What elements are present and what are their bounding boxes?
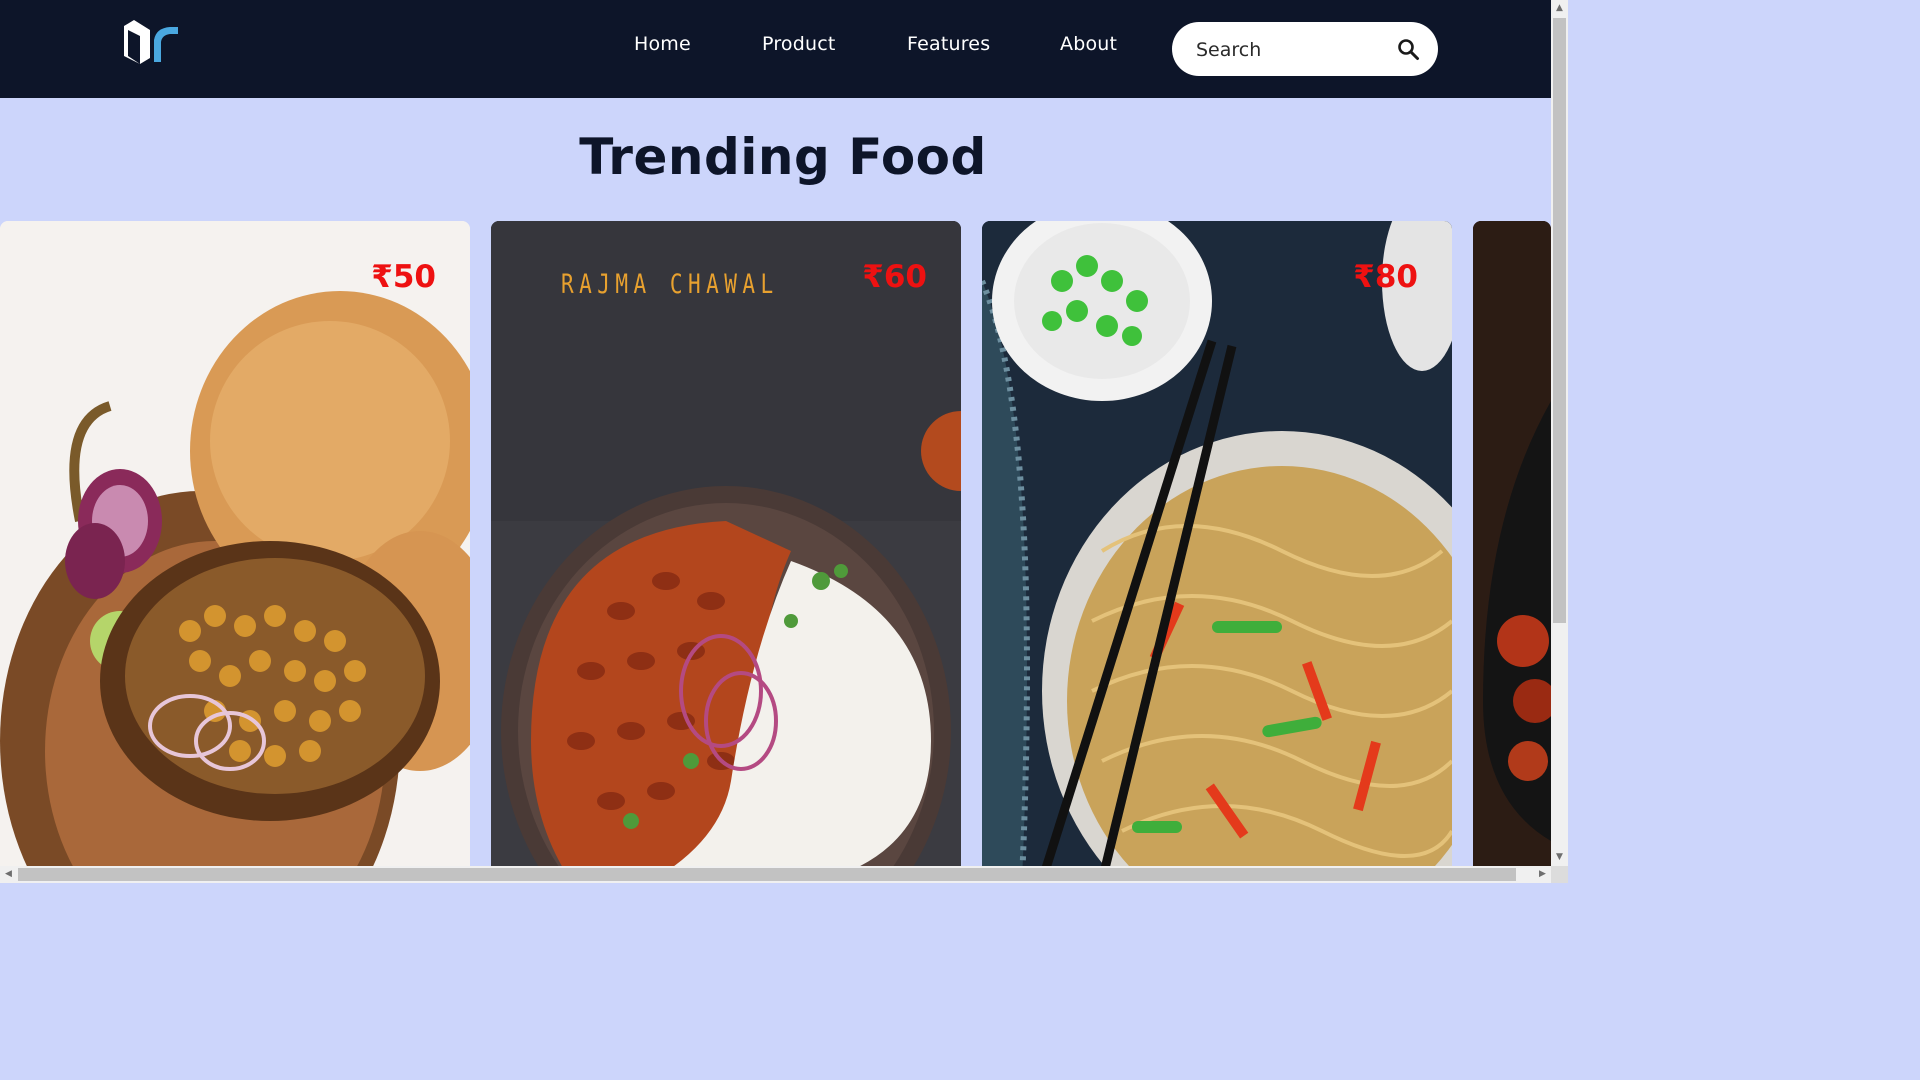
- scroll-down-arrow-icon[interactable]: ▼: [1551, 849, 1568, 866]
- nav-link-about[interactable]: About: [1060, 31, 1117, 57]
- scrollbar-corner: [1551, 866, 1568, 883]
- food-card[interactable]: ₹80: [982, 221, 1452, 881]
- scroll-right-arrow-icon[interactable]: ▶: [1534, 866, 1551, 883]
- food-card[interactable]: RAJMA CHAWAL ₹60: [491, 221, 961, 881]
- search-box: [1172, 22, 1438, 76]
- horizontal-scroll-thumb[interactable]: [18, 868, 1516, 881]
- navbar: Home Product Features About: [0, 0, 1551, 98]
- food-card[interactable]: [1473, 221, 1551, 881]
- vertical-scrollbar[interactable]: ▲ ▼: [1551, 0, 1568, 866]
- food-image: [491, 221, 961, 881]
- food-image: [982, 221, 1452, 881]
- scroll-up-arrow-icon[interactable]: ▲: [1551, 0, 1568, 17]
- nav-link-home[interactable]: Home: [634, 31, 691, 57]
- dish-caption: RAJMA CHAWAL: [561, 269, 779, 300]
- scroll-left-arrow-icon[interactable]: ◀: [0, 866, 17, 883]
- brand-logo[interactable]: [120, 18, 184, 70]
- nav-link-features[interactable]: Features: [907, 31, 990, 57]
- page-title: Trending Food: [579, 128, 987, 186]
- food-card[interactable]: ₹50: [0, 221, 470, 881]
- food-image: [1473, 221, 1551, 881]
- app-window: Home Product Features About Trending Foo…: [0, 0, 1568, 883]
- vertical-scroll-thumb[interactable]: [1553, 18, 1566, 623]
- price-label: ₹80: [1353, 259, 1418, 295]
- search-input[interactable]: [1194, 34, 1398, 66]
- food-image: [0, 221, 470, 881]
- horizontal-scrollbar[interactable]: ◀ ▶: [0, 866, 1551, 883]
- search-icon[interactable]: [1396, 37, 1420, 61]
- nav-link-product[interactable]: Product: [762, 31, 836, 57]
- price-label: ₹60: [862, 259, 927, 295]
- price-label: ₹50: [371, 259, 436, 295]
